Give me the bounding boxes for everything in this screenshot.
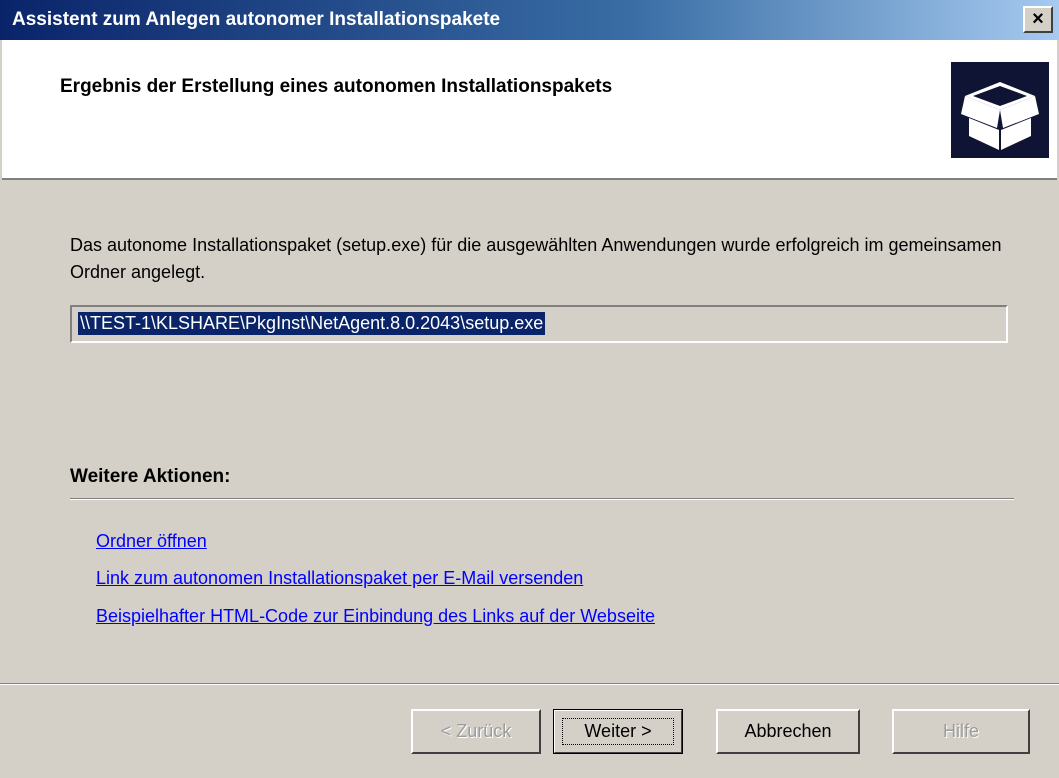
window-title: Assistent zum Anlegen autonomer Installa…: [12, 9, 501, 30]
close-icon: ×: [1032, 8, 1044, 30]
further-actions-label: Weitere Aktionen:: [70, 466, 231, 487]
back-button[interactable]: < Zurück: [411, 709, 541, 754]
footer-divider: [0, 683, 1059, 685]
html-code-link[interactable]: Beispielhafter HTML-Code zur Einbindung …: [96, 606, 655, 627]
close-button[interactable]: ×: [1023, 6, 1053, 33]
section-divider: [70, 498, 1014, 500]
title-bar[interactable]: Assistent zum Anlegen autonomer Installa…: [0, 0, 1059, 40]
email-link[interactable]: Link zum autonomen Installationspaket pe…: [96, 568, 583, 589]
cancel-button[interactable]: Abbrechen: [716, 709, 860, 754]
open-box-icon: [951, 62, 1049, 158]
wizard-window: Assistent zum Anlegen autonomer Installa…: [0, 0, 1059, 778]
package-path-field[interactable]: \\TEST-1\KLSHARE\PkgInst\NetAgent.8.0.20…: [70, 305, 1008, 343]
next-button[interactable]: Weiter >: [553, 709, 683, 754]
result-description: Das autonome Installationspaket (setup.e…: [70, 235, 1002, 282]
page-title: Ergebnis der Erstellung eines autonomen …: [60, 76, 613, 97]
help-button[interactable]: Hilfe: [892, 709, 1030, 754]
package-path-text[interactable]: \\TEST-1\KLSHARE\PkgInst\NetAgent.8.0.20…: [78, 312, 546, 335]
wizard-header: Ergebnis der Erstellung eines autonomen …: [2, 40, 1057, 180]
open-folder-link[interactable]: Ordner öffnen: [96, 531, 207, 552]
